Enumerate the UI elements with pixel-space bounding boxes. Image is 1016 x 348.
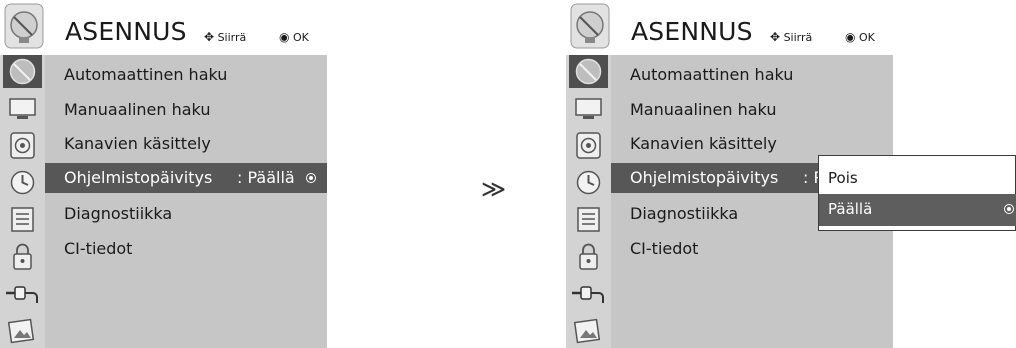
software-update-dropdown: Pois Päällä — [818, 155, 1016, 231]
ok-hint: ◉ OK — [279, 30, 309, 44]
menu-item-manual-search[interactable]: Manuaalinen haku — [45, 95, 327, 125]
option-off[interactable]: Pois — [819, 163, 1016, 193]
ok-button-icon: ◉ — [845, 30, 856, 44]
dpad-icon: ✥ — [204, 30, 215, 44]
photo-icon[interactable] — [569, 314, 608, 347]
tv-screen-icon[interactable] — [3, 92, 42, 125]
menu-item-ci-info[interactable]: CI-tiedot — [45, 234, 327, 264]
menu-item-channel-edit[interactable]: Kanavien käsittely — [45, 129, 327, 159]
settings-menu-panel: Automaattinen haku Manuaalinen haku Kana… — [45, 55, 327, 348]
lock-icon[interactable] — [569, 240, 608, 273]
menu-header: ASENNUS ✥ Siirrä ◉ OK — [566, 0, 1016, 55]
next-step-arrow: ≫ — [481, 175, 507, 203]
cable-plug-icon[interactable] — [569, 277, 608, 310]
menu-list-icon[interactable] — [569, 203, 608, 236]
lock-icon[interactable] — [3, 240, 42, 273]
option-on[interactable]: Päällä — [819, 194, 1016, 226]
menu-item-software-update[interactable]: Ohjelmistopäivitys : Päällä — [45, 163, 327, 193]
page-title: ASENNUS — [65, 17, 187, 46]
radio-selected-icon — [306, 173, 316, 183]
menu-list-icon[interactable] — [3, 203, 42, 236]
move-hint: ✥ Siirrä — [770, 30, 813, 44]
dpad-icon: ✥ — [770, 30, 781, 44]
radio-selected-icon — [1004, 204, 1014, 214]
photo-icon[interactable] — [3, 314, 42, 347]
category-sidebar — [0, 55, 45, 348]
left-menu-screen: ASENNUS ✥ Siirrä ◉ OK Automaattinen haku… — [0, 0, 450, 348]
category-sidebar — [566, 55, 611, 348]
ok-hint: ◉ OK — [845, 30, 875, 44]
menu-item-automatic-search[interactable]: Automaattinen haku — [611, 60, 893, 90]
software-update-value: : Päällä — [237, 168, 295, 187]
ok-button-icon: ◉ — [279, 30, 290, 44]
clock-icon[interactable] — [569, 166, 608, 199]
menu-item-diagnostics[interactable]: Diagnostiikka — [45, 199, 327, 229]
move-hint: ✥ Siirrä — [204, 30, 247, 44]
menu-header: ASENNUS ✥ Siirrä ◉ OK — [0, 0, 450, 55]
page-title: ASENNUS — [631, 17, 753, 46]
speaker-icon[interactable] — [569, 129, 608, 162]
menu-item-ci-info[interactable]: CI-tiedot — [611, 234, 893, 264]
menu-item-manual-search[interactable]: Manuaalinen haku — [611, 95, 893, 125]
satellite-dish-icon — [570, 3, 610, 49]
menu-item-automatic-search[interactable]: Automaattinen haku — [45, 60, 327, 90]
cable-plug-icon[interactable] — [3, 277, 42, 310]
tv-screen-icon[interactable] — [569, 92, 608, 125]
clock-icon[interactable] — [3, 166, 42, 199]
speaker-icon[interactable] — [3, 129, 42, 162]
satellite-dish-icon — [4, 3, 44, 49]
satellite-dish-icon[interactable] — [569, 55, 608, 88]
satellite-dish-icon[interactable] — [3, 55, 42, 88]
